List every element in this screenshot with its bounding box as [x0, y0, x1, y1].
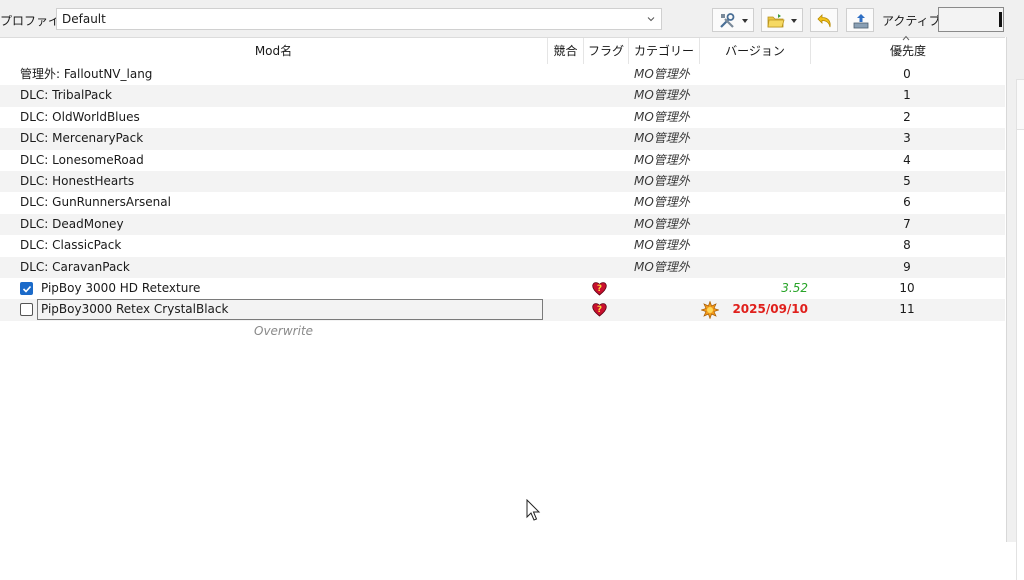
right-panel-content: [1016, 129, 1024, 580]
mod-name: DLC: MercenaryPack: [20, 131, 144, 146]
table-row[interactable]: DLC: ClassicPack MO管理外 8: [0, 235, 1005, 256]
table-header: Mod名 競合 フラグ カテゴリー バージョン 優先度: [0, 35, 1005, 64]
mod-name: DLC: HonestHearts: [20, 173, 135, 188]
active-count-box: [938, 7, 1004, 32]
restore-backup-button[interactable]: [810, 8, 838, 32]
mod-name: DLC: DeadMoney: [20, 216, 124, 231]
mod-category: MO管理外: [634, 216, 690, 231]
tools-icon: [720, 13, 735, 28]
column-header-version[interactable]: バージョン: [700, 38, 810, 64]
mod-priority: 1: [903, 88, 911, 103]
mod-name: DLC: OldWorldBlues: [20, 109, 140, 124]
column-header-conflicts[interactable]: 競合: [548, 38, 583, 64]
backup-drive-icon: [853, 14, 869, 29]
mod-enabled-checkbox[interactable]: [20, 303, 33, 317]
table-row[interactable]: DLC: GunRunnersArsenal MO管理外 6: [0, 192, 1005, 213]
mod-enabled-checkbox[interactable]: [20, 281, 33, 295]
table-row[interactable]: DLC: TribalPack MO管理外 1: [0, 85, 1005, 107]
table-row[interactable]: DLC: MercenaryPack MO管理外 3: [0, 128, 1005, 150]
column-header-flags[interactable]: フラグ: [584, 38, 628, 64]
heart-question-icon: ?: [592, 282, 607, 296]
mod-priority: 8: [903, 238, 911, 253]
mod-category: MO管理外: [634, 109, 690, 124]
table-row[interactable]: PipBoy 3000 HD Retexture ? 3.52 10: [0, 278, 1005, 299]
mod-category: MO管理外: [634, 173, 690, 188]
mod-priority: 5: [903, 173, 911, 188]
folder-icon: [767, 14, 785, 28]
dropdown-arrow-icon: [791, 19, 797, 23]
profile-select-value: Default: [62, 12, 106, 26]
toolbar: プロファイル Default アクティブ:: [0, 0, 1024, 37]
mod-category: MO管理外: [634, 67, 690, 81]
mod-version: 2025/09/10: [732, 302, 808, 317]
table-row[interactable]: DLC: OldWorldBlues MO管理外 2: [0, 107, 1005, 128]
mod-category: MO管理外: [634, 195, 690, 210]
profile-select[interactable]: Default: [56, 8, 662, 30]
mod-priority: 4: [903, 152, 911, 167]
mod-name: PipBoy 3000 HD Retexture: [41, 280, 201, 295]
mod-version: 3.52: [781, 280, 808, 295]
tools-button[interactable]: [712, 8, 754, 32]
table-row[interactable]: DLC: LonesomeRoad MO管理外 4: [0, 150, 1005, 171]
overwrite-row[interactable]: Overwrite: [0, 321, 1005, 342]
mod-priority: 3: [903, 131, 911, 146]
mod-category: MO管理外: [634, 88, 690, 103]
mod-category: MO管理外: [634, 152, 690, 167]
table-row[interactable]: DLC: CaravanPack MO管理外 9: [0, 256, 1005, 278]
mod-list-table: Mod名 競合 フラグ カテゴリー バージョン 優先度 管理外: Fallout…: [0, 35, 1005, 543]
mod-name: DLC: GunRunnersArsenal: [20, 195, 171, 210]
checkmark-icon: [22, 285, 32, 293]
active-count-label: アクティブ:: [882, 14, 945, 28]
svg-text:?: ?: [597, 284, 602, 294]
column-header-category[interactable]: カテゴリー: [629, 38, 699, 64]
mouse-cursor-icon: [526, 499, 541, 521]
mod-name: DLC: CaravanPack: [20, 259, 130, 274]
active-count-value-mark: [999, 12, 1002, 27]
table-row[interactable]: PipBoy3000 Retex CrystalBlack ? 2025/09/…: [0, 299, 1005, 321]
heart-question-icon: ?: [592, 303, 607, 317]
mod-category: MO管理外: [634, 131, 690, 146]
table-row[interactable]: DLC: HonestHearts MO管理外 5: [0, 170, 1005, 193]
mod-priority: 11: [899, 302, 915, 317]
svg-text:?: ?: [597, 305, 602, 315]
mod-category: MO管理外: [634, 259, 690, 274]
overwrite-label: Overwrite: [254, 323, 314, 338]
mod-category: MO管理外: [634, 238, 690, 253]
mod-rows: 管理外: FalloutNV_lang MO管理外 0 DLC: TribalP…: [0, 64, 1005, 342]
dropdown-arrow-icon: [742, 19, 748, 23]
open-folder-button[interactable]: [761, 8, 803, 32]
mod-name: DLC: ClassicPack: [20, 238, 122, 253]
column-header-priority[interactable]: 優先度: [811, 38, 1005, 64]
mod-priority: 2: [903, 109, 911, 124]
mod-name: DLC: TribalPack: [20, 88, 112, 103]
mod-name[interactable]: PipBoy3000 Retex CrystalBlack: [41, 299, 228, 320]
mod-name: DLC: LonesomeRoad: [20, 152, 144, 167]
mod-priority: 7: [903, 216, 911, 231]
table-row[interactable]: DLC: DeadMoney MO管理外 7: [0, 213, 1005, 236]
backup-button[interactable]: [846, 8, 874, 32]
mod-priority: 6: [903, 195, 911, 210]
chevron-down-icon: [647, 17, 655, 22]
undo-arrow-icon: [817, 14, 831, 28]
column-header-mod-name[interactable]: Mod名: [0, 38, 547, 64]
mod-priority: 10: [899, 280, 915, 295]
mod-priority: 9: [903, 259, 911, 274]
table-row[interactable]: 管理外: FalloutNV_lang MO管理外 0: [0, 64, 1005, 85]
mod-name: 管理外: FalloutNV_lang: [20, 67, 153, 81]
right-panel-edge: [1006, 37, 1024, 580]
mod-priority: 0: [903, 67, 911, 81]
